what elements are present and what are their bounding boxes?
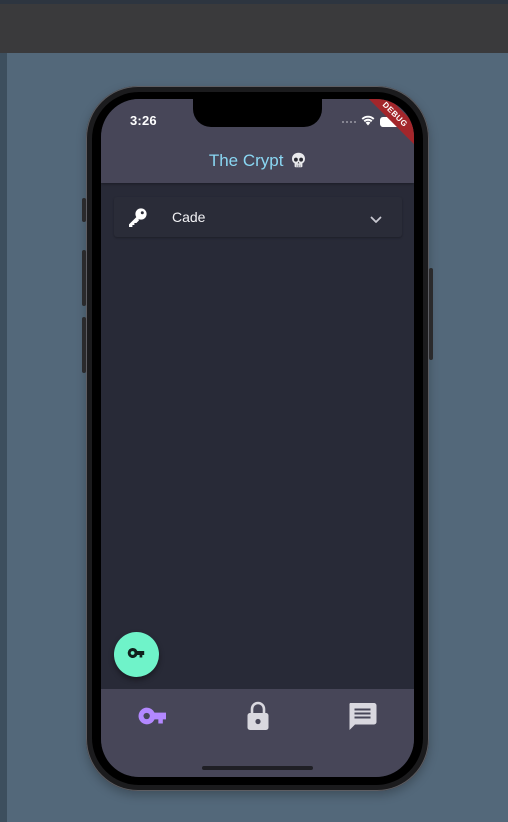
chevron-down-icon[interactable] (370, 211, 382, 229)
page-title: The Crypt (101, 151, 414, 173)
vpn-key-icon (127, 646, 147, 664)
phone-side-button-volume-up (82, 250, 86, 306)
wifi-icon (361, 113, 375, 131)
home-indicator[interactable] (202, 766, 313, 770)
nav-keys-tab[interactable] (134, 703, 174, 733)
phone-side-button-volume-down (82, 317, 86, 373)
key-list: Cade (101, 183, 414, 689)
phone-screen: 3:26 DEBUG The Crypt Cade (101, 99, 414, 777)
key-icon (126, 207, 148, 234)
phone-side-button-power (429, 268, 433, 360)
page-title-text: The Crypt (208, 151, 284, 170)
message-icon (346, 701, 378, 736)
lock-icon (245, 700, 271, 737)
key-name: Cade (172, 209, 206, 225)
key-list-item[interactable]: Cade (114, 197, 402, 237)
skull-icon (291, 152, 306, 173)
status-time: 3:26 (130, 113, 157, 128)
add-key-fab[interactable] (114, 632, 159, 677)
nav-messages-tab[interactable] (342, 701, 382, 736)
phone-side-button-action (82, 198, 86, 222)
vpn-key-icon (137, 706, 171, 731)
window-top-bar (0, 0, 508, 53)
nav-lock-tab[interactable] (238, 701, 278, 733)
phone-notch (193, 99, 322, 127)
cellular-signal-icon (342, 121, 356, 123)
window-left-edge (0, 53, 7, 822)
bottom-navigation (101, 689, 414, 777)
